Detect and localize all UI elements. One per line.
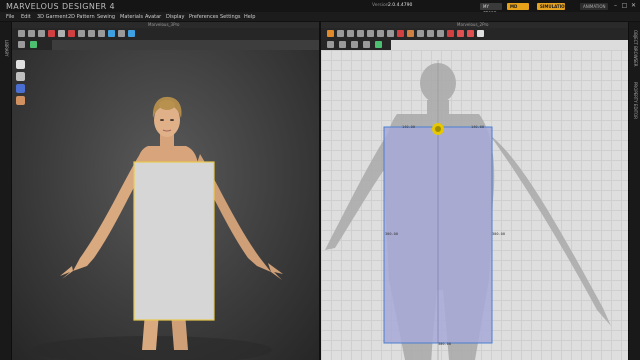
- shirt-icon[interactable]: [108, 30, 115, 37]
- avatar-scene[interactable]: [12, 50, 319, 360]
- pin-icon[interactable]: [48, 30, 55, 37]
- panel-3d: Marvelous_3Pro: [12, 22, 319, 360]
- version-value: 2.0.4.4790: [388, 3, 413, 8]
- trace-icon[interactable]: [339, 41, 346, 48]
- curve-icon[interactable]: [367, 30, 374, 37]
- dimension-right: 300.00: [492, 232, 505, 236]
- app-title: MARVELOUS DESIGNER 4: [6, 2, 116, 11]
- dart-icon[interactable]: [427, 30, 434, 37]
- arrange-icon[interactable]: [363, 41, 370, 48]
- circle-icon[interactable]: [417, 30, 424, 37]
- menu-settings[interactable]: Settings: [220, 13, 241, 21]
- garment-icon[interactable]: [16, 60, 25, 69]
- avatar-left-eye: [160, 119, 164, 121]
- menu-preferences[interactable]: Preferences: [189, 13, 218, 21]
- menu-display[interactable]: Display: [166, 13, 184, 21]
- grid-icon[interactable]: [375, 41, 382, 48]
- object-browser-tab[interactable]: OBJECT BROWSER: [633, 30, 638, 67]
- toolbar-3d-secondary: [12, 40, 52, 50]
- my-store-button[interactable]: MY STORE: [480, 3, 502, 16]
- title-bar: MARVELOUS DESIGNER 4 Version 2.0.4.4790 …: [0, 0, 640, 16]
- magnet-icon[interactable]: [16, 84, 25, 93]
- avatar-icon[interactable]: [16, 72, 25, 81]
- select-icon[interactable]: [337, 30, 344, 37]
- library-tab[interactable]: LIBRARY: [4, 40, 9, 56]
- edit-point-icon[interactable]: [88, 30, 95, 37]
- animation-button[interactable]: ANIMATION: [580, 3, 608, 10]
- polygon-icon[interactable]: [387, 30, 394, 37]
- pattern-window[interactable]: [321, 50, 628, 360]
- property-editor-tab[interactable]: PROPERTY EDITOR: [633, 82, 638, 119]
- brush-icon[interactable]: [68, 30, 75, 37]
- fold-icon[interactable]: [38, 30, 45, 37]
- close-button[interactable]: ✕: [630, 2, 637, 9]
- menu-edit[interactable]: Edit: [21, 13, 31, 21]
- menu-sewing[interactable]: Sewing: [97, 13, 115, 21]
- rectangle-icon[interactable]: [377, 30, 384, 37]
- menu-3d-garment[interactable]: 3D Garment: [37, 13, 68, 21]
- avatar-left-hand: [60, 266, 73, 279]
- menu-bar: File Edit 3D Garment 2D Pattern Sewing M…: [0, 12, 640, 22]
- toolbar-2d: [321, 28, 628, 40]
- tape-icon[interactable]: [58, 30, 65, 37]
- menu-avatar[interactable]: Avatar: [145, 13, 161, 21]
- pattern-icon[interactable]: [477, 30, 484, 37]
- grid-icon[interactable]: [30, 41, 37, 48]
- pencil-icon[interactable]: [397, 30, 404, 37]
- selected-point-core: [435, 126, 441, 132]
- minimize-button[interactable]: –: [612, 2, 619, 9]
- edit-point-icon[interactable]: [357, 30, 364, 37]
- dimension-top-right: 140.00: [471, 125, 484, 129]
- panel-2d: Marvelous_2Pro 140.00 140.00 300.00 300.…: [321, 22, 628, 360]
- menu-file[interactable]: File: [6, 13, 14, 21]
- toolbar-2d-secondary: [321, 40, 391, 50]
- menu-help[interactable]: Help: [244, 13, 255, 21]
- move-icon[interactable]: [28, 30, 35, 37]
- edit-pattern-icon[interactable]: [78, 30, 85, 37]
- avatar-hair-bun: [159, 100, 175, 110]
- face-icon[interactable]: [16, 96, 25, 105]
- version-label: Version: [372, 3, 389, 8]
- segment-sewing-icon[interactable]: [98, 30, 105, 37]
- scissors-icon[interactable]: [407, 30, 414, 37]
- play-icon[interactable]: [327, 41, 334, 48]
- md-store-button[interactable]: MD STORE: [507, 3, 529, 16]
- avatar-view-icon[interactable]: [128, 30, 135, 37]
- viewport-2d[interactable]: 140.00 140.00 300.00 300.00 300.00: [321, 50, 628, 360]
- right-side-strip: OBJECT BROWSER PROPERTY EDITOR: [628, 22, 640, 360]
- offset-icon[interactable]: [351, 41, 358, 48]
- toolbar-3d: [12, 28, 319, 40]
- rotate-icon[interactable]: [327, 30, 334, 37]
- transform-icon[interactable]: [347, 30, 354, 37]
- button-icon[interactable]: [457, 30, 464, 37]
- dimension-bottom: 300.00: [438, 342, 451, 346]
- viewport-3d[interactable]: [12, 50, 319, 360]
- dimension-left: 300.00: [385, 232, 398, 236]
- zipper-icon[interactable]: [467, 30, 474, 37]
- maximize-button[interactable]: □: [621, 2, 628, 9]
- dimension-top-left: 140.00: [402, 125, 415, 129]
- menu-2d-pattern[interactable]: 2D Pattern: [68, 13, 95, 21]
- avatar-right-eye: [170, 119, 174, 121]
- select-icon[interactable]: [18, 30, 25, 37]
- library-strip[interactable]: LIBRARY: [0, 22, 12, 360]
- tuck-icon[interactable]: [437, 30, 444, 37]
- menu-materials[interactable]: Materials: [120, 13, 143, 21]
- texture-icon[interactable]: [118, 30, 125, 37]
- play-icon[interactable]: [18, 41, 25, 48]
- fabric-icon[interactable]: [447, 30, 454, 37]
- simulation-button[interactable]: SIMULATION: [537, 3, 568, 10]
- garment-pattern-3d[interactable]: [133, 161, 215, 321]
